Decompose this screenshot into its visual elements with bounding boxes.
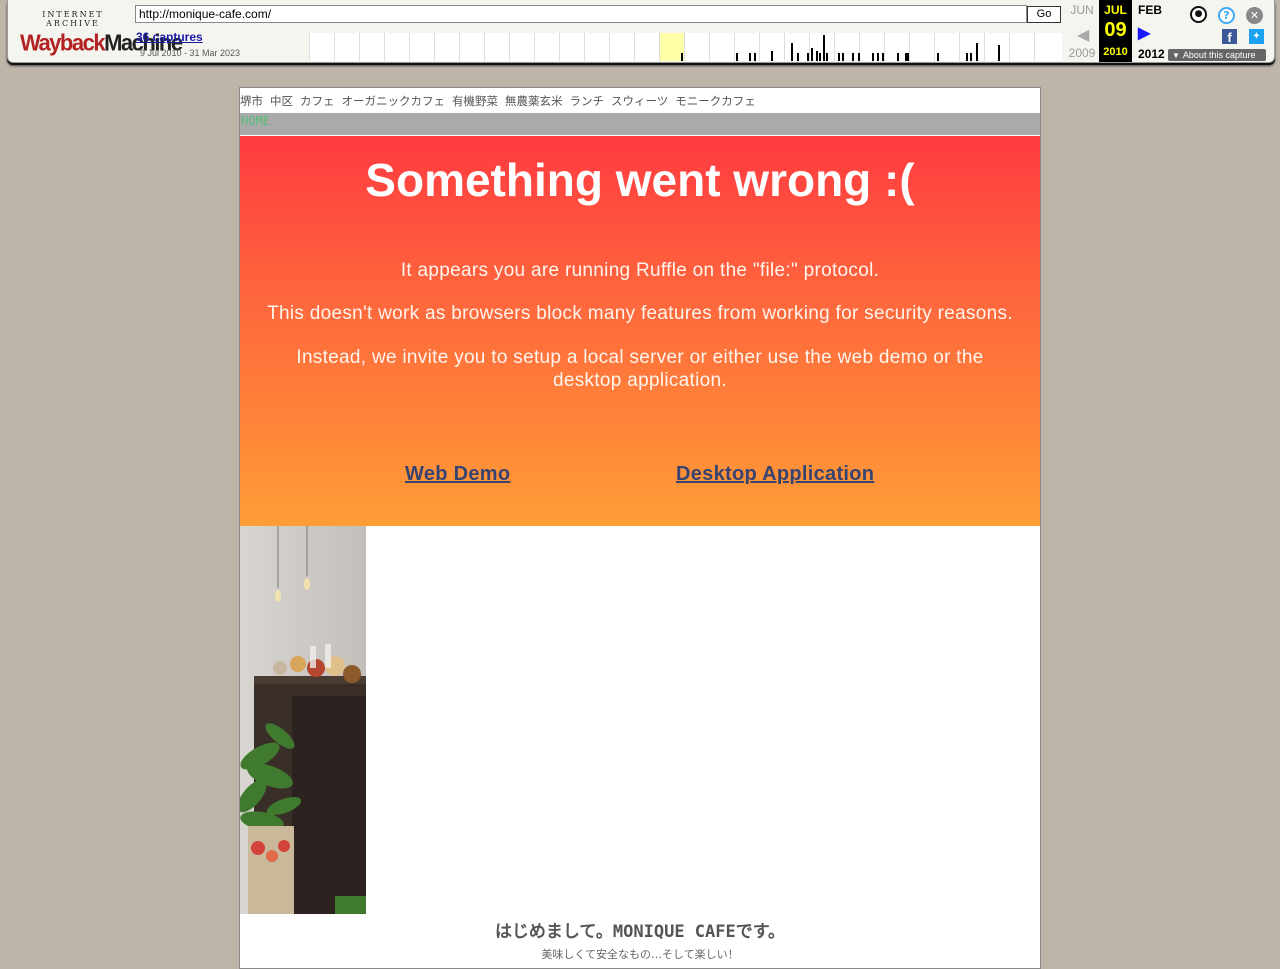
- logo-wordmark: WaybackMachine: [20, 29, 183, 56]
- keyword: ランチ: [569, 94, 605, 108]
- wayback-logo[interactable]: INTERNET ARCHIVE WaybackMachine: [20, 10, 183, 56]
- ruffle-error-title: Something went wrong :(: [365, 154, 915, 206]
- prev-year[interactable]: 2009: [1066, 46, 1098, 60]
- keyword: 中区: [270, 94, 293, 108]
- prev-capture-nav: JUN ◀ 2009: [1066, 0, 1098, 62]
- current-capture-date: JUL 09 2010: [1099, 0, 1132, 62]
- capture-date-range: 9 Jul 2010 - 31 Mar 2023: [140, 48, 241, 58]
- current-day: 09: [1104, 19, 1127, 41]
- url-input[interactable]: http://monique-cafe.com/: [135, 5, 1027, 23]
- keyword: モニークカフェ: [675, 94, 756, 108]
- go-button[interactable]: Go: [1027, 6, 1061, 23]
- cafe-interior-photo: [240, 526, 366, 914]
- keyword: カフェ: [300, 94, 335, 108]
- ruffle-error-panel: Something went wrong :( It appears you a…: [240, 136, 1040, 526]
- next-arrow-icon[interactable]: ▶: [1138, 23, 1150, 43]
- keyword: スウィーツ: [611, 94, 669, 108]
- ruffle-error-message: It appears you are running Ruffle on the…: [400, 260, 880, 281]
- prev-month[interactable]: JUN: [1066, 3, 1098, 17]
- capture-sparkline[interactable]: [309, 33, 1062, 61]
- keyword-line: 堺市 中区 カフェ オーガニックカフェ 有機野菜 無農薬玄米 ランチ スウィーツ モニークカフェ: [240, 93, 1040, 109]
- ruffle-error-message: This doesn't work as browsers block many…: [267, 303, 1013, 324]
- logo-top-text: INTERNET ARCHIVE: [42, 10, 104, 28]
- about-capture-button[interactable]: ▼ About this capture: [1168, 49, 1266, 61]
- help-icon[interactable]: ?: [1218, 7, 1235, 24]
- sparkline-current-month: [659, 33, 684, 61]
- desktop-application-link[interactable]: Desktop Application: [676, 463, 874, 486]
- logo-wayback: Wayback: [20, 29, 106, 56]
- next-month[interactable]: FEB: [1138, 3, 1162, 17]
- keyword: オーガニックカフェ: [341, 94, 446, 108]
- keyword: 無農薬玄米: [505, 94, 563, 108]
- user-icon[interactable]: ●: [1190, 6, 1207, 23]
- wayback-toolbar: INTERNET ARCHIVE WaybackMachine http://m…: [7, 0, 1275, 63]
- captures-link[interactable]: 36 captures: [136, 30, 203, 44]
- nav-home-link[interactable]: HOME: [241, 114, 270, 128]
- web-demo-link[interactable]: Web Demo: [405, 463, 510, 486]
- current-month: JUL: [1104, 3, 1127, 17]
- site-navbar: HOME: [240, 113, 1040, 135]
- keyword: 堺市: [240, 94, 263, 108]
- current-year: 2010: [1103, 46, 1128, 58]
- keyword: 有機野菜: [452, 94, 498, 108]
- archived-page: 堺市 中区 カフェ オーガニックカフェ 有機野菜 無農薬玄米 ランチ スウィーツ モニークカフェ…: [239, 87, 1041, 969]
- close-icon[interactable]: ✕: [1246, 7, 1263, 24]
- about-capture-label: About this capture: [1182, 50, 1256, 60]
- caret-down-icon: ▼: [1172, 51, 1180, 60]
- facebook-icon[interactable]: f: [1222, 29, 1237, 45]
- next-capture-nav: FEB ▶ 2012: [1136, 0, 1172, 62]
- welcome-heading: はじめまして。MONIQUE CAFEです。: [494, 922, 786, 942]
- ruffle-error-message: Instead, we invite you to setup a local …: [296, 347, 984, 391]
- next-year[interactable]: 2012: [1138, 47, 1165, 61]
- twitter-icon[interactable]: ✦: [1249, 29, 1264, 44]
- prev-arrow-icon[interactable]: ◀: [1077, 25, 1089, 45]
